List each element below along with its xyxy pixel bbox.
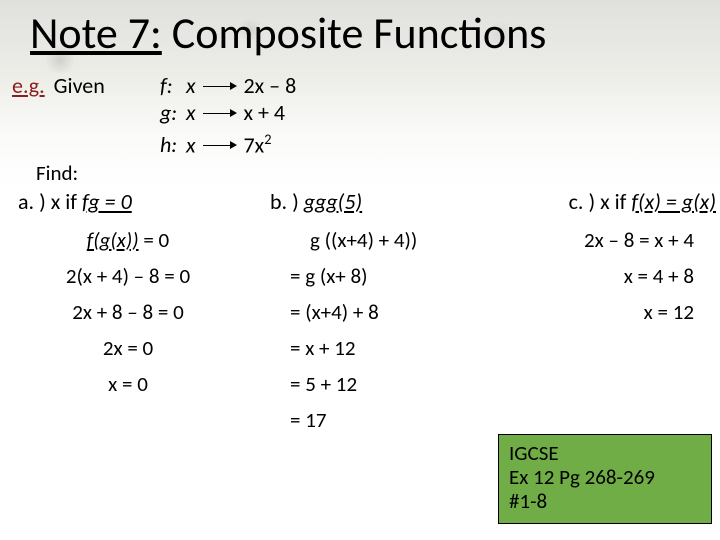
column-b: b. ) ggg(5) g ((x+4) + 4)) = g (x+ 8) = … [260,188,490,443]
column-c: c. ) x if f(x) = g(x) 2x – 8 = x + 4 x =… [516,188,716,335]
def-f: f:x 2x – 8 [160,72,296,99]
eg-label: e.g. [12,72,45,99]
find-label: Find: [36,160,78,186]
b-step-6: = 17 [260,407,490,433]
def-h: h:x 7x2 [160,126,296,158]
a-step-1: f(g(x)) = 0 [18,227,238,253]
homework-box: IGCSE Ex 12 Pg 268-269 #1-8 [498,434,712,524]
title-rest: Composite Functions [162,6,547,60]
a-step-5: x = 0 [18,371,238,397]
title-underline: Note 7: [30,6,162,60]
c-step-1: 2x – 8 = x + 4 [516,227,716,253]
a-step-3: 2x + 8 – 8 = 0 [18,299,238,325]
a-step-2: 2(x + 4) – 8 = 0 [18,263,238,289]
b-step-4: = x + 12 [260,335,490,361]
b-step-5: = 5 + 12 [260,371,490,397]
arrow-icon [201,81,239,91]
b-heading: b. ) ggg(5) [260,188,490,215]
given-label: Given [54,72,105,99]
c-step-2: x = 4 + 8 [516,263,716,289]
hw-line-3: #1-8 [509,489,701,513]
a-heading: a. ) x if fg = 0 [18,188,238,215]
a-step-4: 2x = 0 [18,335,238,361]
column-a: a. ) x if fg = 0 f(g(x)) = 0 2(x + 4) – … [18,188,238,407]
c-heading: c. ) x if f(x) = g(x) [516,188,716,215]
arrow-icon [201,140,239,150]
def-g: g:x x + 4 [160,99,296,126]
hw-line-1: IGCSE [509,441,701,465]
arrow-icon [201,108,239,118]
example-row: e.g. Given [12,72,105,99]
b-step-1: g ((x+4) + 4)) [260,227,490,253]
slide-title: Note 7: Composite Functions [0,0,720,60]
function-definitions: f:x 2x – 8 g:x x + 4 h:x 7x2 [160,72,296,158]
hw-line-2: Ex 12 Pg 268-269 [509,465,701,489]
c-step-3: x = 12 [516,299,716,325]
b-step-3: = (x+4) + 8 [260,299,490,325]
b-step-2: = g (x+ 8) [260,263,490,289]
